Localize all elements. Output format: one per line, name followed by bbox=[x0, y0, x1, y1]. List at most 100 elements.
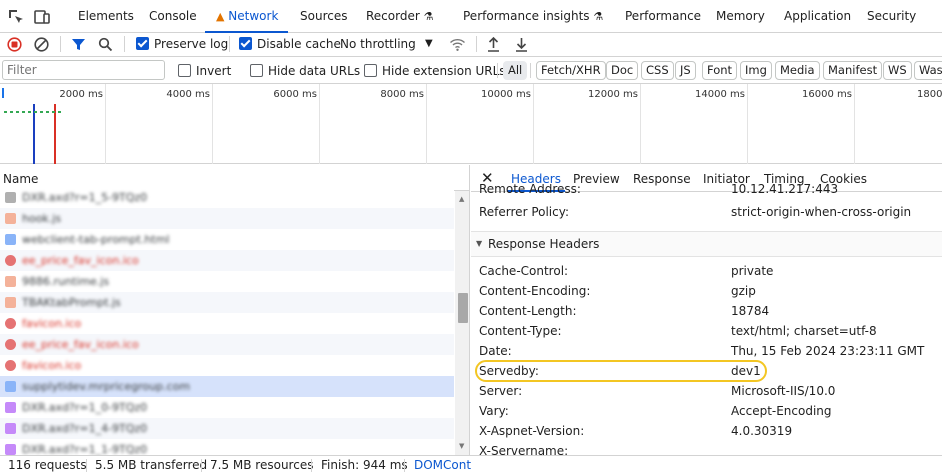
resource-type-icon bbox=[5, 339, 16, 350]
tab-network[interactable]: ▲ Network bbox=[205, 0, 289, 33]
scroll-up-icon[interactable]: ▲ bbox=[459, 195, 464, 203]
timeline-overview[interactable]: 2000 ms 4000 ms 6000 ms 8000 ms 10000 ms… bbox=[0, 84, 942, 164]
toolbar-divider bbox=[229, 36, 230, 52]
resource-type-icon bbox=[5, 192, 16, 203]
tab-performance[interactable]: Performance bbox=[625, 0, 701, 33]
header-value: strict-origin-when-cross-origin bbox=[731, 205, 912, 219]
request-list-scrollbar[interactable]: ▲ ▼ bbox=[455, 191, 469, 455]
servedby-highlight bbox=[475, 360, 767, 382]
timeline-tick-label: 12000 ms bbox=[588, 89, 638, 100]
devtools-tab-bar: Elements Console ▲ Network Sources Recor… bbox=[0, 0, 942, 33]
resource-type-icon bbox=[5, 276, 16, 287]
hide-extension-urls-checkbox[interactable] bbox=[364, 64, 377, 77]
export-har-icon[interactable] bbox=[514, 36, 529, 53]
request-name: DXR.axd?r=1_1-9TQz0 bbox=[22, 443, 148, 455]
resource-type-icon bbox=[5, 213, 16, 224]
filter-type-js[interactable]: JS bbox=[675, 61, 696, 80]
request-row[interactable]: hook.js bbox=[0, 208, 454, 229]
filter-icon[interactable] bbox=[71, 37, 86, 52]
request-name: supplytidev.mrpricegroup.com bbox=[22, 380, 191, 393]
request-row[interactable]: 9886.runtime.js bbox=[0, 271, 454, 292]
header-key: Content-Length: bbox=[479, 304, 577, 318]
header-key: Server: bbox=[479, 384, 523, 398]
scroll-down-icon[interactable]: ▼ bbox=[459, 442, 464, 450]
filter-input[interactable] bbox=[2, 60, 165, 80]
resource-type-icon bbox=[5, 360, 16, 371]
filter-type-ws[interactable]: WS bbox=[883, 61, 912, 80]
status-divider bbox=[86, 459, 87, 472]
filter-type-fetch-xhr[interactable]: Fetch/XHR bbox=[536, 61, 606, 80]
timeline-gridline bbox=[212, 84, 213, 164]
throttling-select[interactable]: No throttling bbox=[340, 33, 416, 57]
import-har-icon[interactable] bbox=[486, 36, 501, 53]
timeline-tick-label: 2000 ms bbox=[59, 89, 103, 100]
request-row[interactable]: favicon.ico bbox=[0, 355, 454, 376]
request-name: DXR.axd?r=1_0-9TQz0 bbox=[22, 401, 148, 414]
header-key: Date: bbox=[479, 344, 512, 358]
tab-console[interactable]: Console bbox=[149, 0, 197, 33]
filter-type-css[interactable]: CSS bbox=[641, 61, 674, 80]
scrollbar-thumb[interactable] bbox=[458, 293, 468, 323]
tab-elements[interactable]: Elements bbox=[78, 0, 134, 33]
tab-memory[interactable]: Memory bbox=[716, 0, 765, 33]
request-row[interactable]: DXR.axd?r=1_1-9TQz0 bbox=[0, 439, 454, 455]
resource-type-icon bbox=[5, 381, 16, 392]
device-toolbar-icon[interactable] bbox=[33, 8, 51, 26]
timeline-gridline bbox=[640, 84, 641, 164]
request-name: ee_price_fav_icon.ico bbox=[22, 338, 139, 351]
request-row[interactable]: ee_price_fav_icon.ico bbox=[0, 334, 454, 355]
request-name: 9886.runtime.js bbox=[22, 275, 110, 288]
resources-size: 7.5 MB resources bbox=[210, 458, 314, 472]
clear-icon[interactable] bbox=[34, 37, 49, 52]
request-name: webclient-tab-prompt.html bbox=[22, 233, 170, 246]
request-row[interactable]: DXR.axd?r=1_5-9TQz0 bbox=[0, 187, 454, 208]
request-name: TBAKtabPrompt.js bbox=[22, 296, 121, 309]
status-divider bbox=[311, 459, 312, 472]
filter-bar: Invert Hide data URLs Hide extension URL… bbox=[0, 57, 942, 84]
header-key: X-Servername: bbox=[479, 444, 569, 455]
resource-type-icon bbox=[5, 402, 16, 413]
general-row-clipped: Remote Address: 10.12.41.217:443 bbox=[471, 184, 942, 194]
tab-application[interactable]: Application bbox=[784, 0, 851, 33]
preserve-log-checkbox[interactable] bbox=[136, 37, 149, 50]
resource-type-icon bbox=[5, 423, 16, 434]
timeline-gridline bbox=[747, 84, 748, 164]
request-row[interactable]: ee_price_fav_icon.ico bbox=[0, 250, 454, 271]
request-row[interactable]: webclient-tab-prompt.html bbox=[0, 229, 454, 250]
timeline-tick-label: 10000 ms bbox=[481, 89, 531, 100]
dom-content-loaded-line bbox=[33, 104, 35, 164]
header-value: 4.0.30319 bbox=[731, 424, 793, 438]
filter-type-manifest[interactable]: Manifest bbox=[823, 61, 883, 80]
resource-type-icon bbox=[5, 234, 16, 245]
search-icon[interactable] bbox=[98, 37, 113, 52]
filter-type-font[interactable]: Font bbox=[702, 61, 738, 80]
filter-type-img[interactable]: Img bbox=[740, 61, 772, 80]
filter-type-all[interactable]: All bbox=[503, 61, 528, 80]
response-headers-section[interactable]: ▼ Response Headers bbox=[471, 231, 942, 257]
request-row[interactable]: favicon.ico bbox=[0, 313, 454, 334]
disable-cache-checkbox[interactable] bbox=[239, 37, 252, 50]
tab-network-label: Network bbox=[228, 9, 279, 23]
tab-recorder[interactable]: Recorder ⚗ bbox=[366, 0, 433, 33]
tab-sources[interactable]: Sources bbox=[300, 0, 347, 33]
tab-performance-insights[interactable]: Performance insights ⚗ bbox=[463, 0, 603, 33]
stop-recording-icon[interactable] bbox=[7, 37, 22, 52]
request-row[interactable]: DXR.axd?r=1_0-9TQz0 bbox=[0, 397, 454, 418]
filter-type-media[interactable]: Media bbox=[775, 61, 820, 80]
filter-type-doc[interactable]: Doc bbox=[606, 61, 639, 80]
timeline-activity bbox=[4, 111, 62, 113]
timeline-tick-label: 4000 ms bbox=[166, 89, 210, 100]
hide-data-urls-checkbox[interactable] bbox=[250, 64, 263, 77]
timeline-gridline bbox=[319, 84, 320, 164]
load-event-line bbox=[54, 104, 56, 164]
request-row[interactable]: TBAKtabPrompt.js bbox=[0, 292, 454, 313]
request-row[interactable]: supplytidev.mrpricegroup.com bbox=[0, 376, 454, 397]
invert-checkbox[interactable] bbox=[178, 64, 191, 77]
header-value: 10.12.41.217:443 bbox=[731, 184, 839, 194]
inspect-element-icon[interactable] bbox=[7, 8, 25, 26]
network-conditions-icon[interactable] bbox=[449, 37, 466, 52]
tab-security[interactable]: Security bbox=[867, 0, 916, 33]
filter-type-wasm[interactable]: Was bbox=[914, 61, 942, 80]
request-row[interactable]: DXR.axd?r=1_4-9TQz0 bbox=[0, 418, 454, 439]
chevron-down-icon[interactable]: ▼ bbox=[425, 33, 433, 57]
